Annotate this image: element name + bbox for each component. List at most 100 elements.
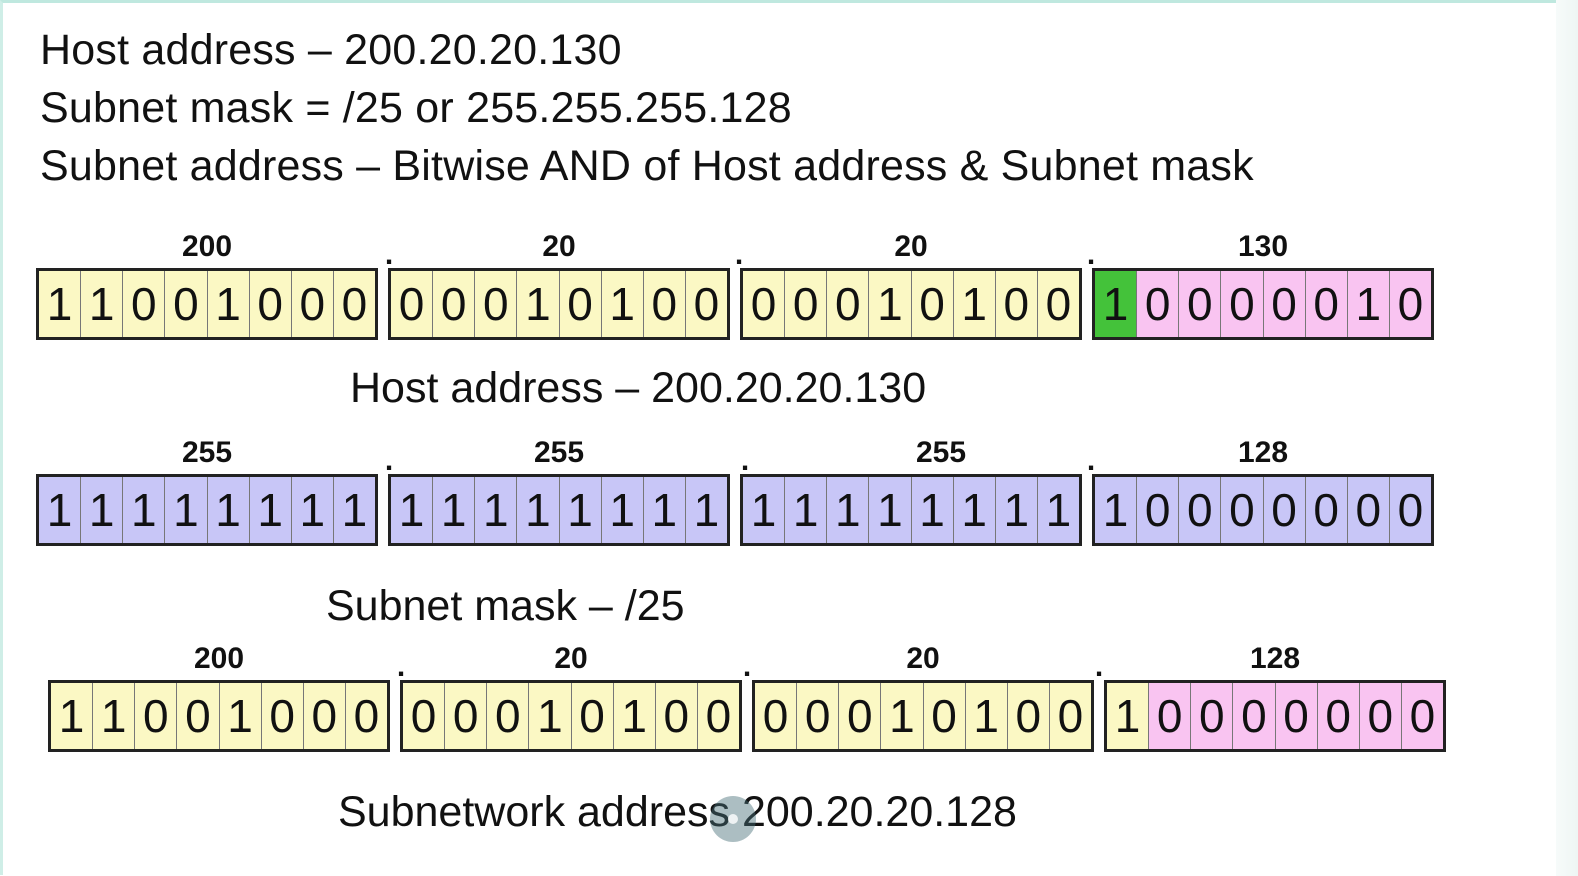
bit-cell: 0 [403,683,446,749]
bit-cell: 0 [643,271,686,337]
octet-box: 11001000 [36,268,378,340]
heading-host-address: Host address – 200.20.20.130 [40,26,622,74]
octet-label: 200 [181,230,233,263]
octet-label: 255 [181,436,233,469]
bit-cell: 1 [911,477,954,543]
octet-label: 20 [906,642,940,675]
subnet-mask-caption: Subnet mask – /25 [326,582,685,630]
bit-cell: 0 [291,271,334,337]
bit-cell: 0 [1263,477,1306,543]
bit-cell: 0 [249,271,292,337]
bit-cell: 1 [953,477,996,543]
bit-cell: 0 [743,271,786,337]
octet-box: 00010100 [752,680,1094,752]
bit-cell: 0 [839,683,882,749]
bit-cell: 1 [291,477,334,543]
bit-cell: 1 [93,683,136,749]
octet-box: 11111111 [740,474,1082,546]
bit-cell: 0 [571,683,614,749]
bit-cell: 1 [249,477,292,543]
octet-box: 11111111 [388,474,730,546]
bit-cell: 1 [1347,271,1390,337]
bit-cell: 0 [1389,271,1431,337]
bit-cell: 0 [177,683,220,749]
bit-cell: 0 [655,683,698,749]
bit-cell: 0 [559,271,602,337]
octet-box: 00010100 [740,268,1082,340]
bit-cell: 0 [1305,477,1348,543]
bit-cell: 0 [1221,477,1264,543]
bit-cell: 0 [1037,271,1079,337]
octet-label: 255 [915,436,967,469]
bit-cell: 1 [953,271,996,337]
bit-cell: 1 [433,477,476,543]
bit-cell: 0 [1305,271,1348,337]
mouse-cursor-highlight [710,796,756,842]
bit-cell: 0 [1049,683,1091,749]
bit-cell: 0 [697,683,739,749]
octet-box: 10000000 [1092,474,1434,546]
bit-cell: 0 [391,271,434,337]
octet-box: 10000000 [1104,680,1446,752]
bit-cell: 1 [613,683,656,749]
octet-label: 128 [1237,436,1289,469]
bit-cell: 0 [475,271,518,337]
subnetwork-address-caption: Subnetwork address 200.20.20.128 [338,788,1017,836]
octet-separator: . [1094,650,1104,683]
octet-box: 11111111 [36,474,378,546]
octet-label: 20 [542,230,576,263]
bit-cell: 0 [445,683,488,749]
bit-cell: 0 [345,683,387,749]
octet-label: 255 [533,436,585,469]
bit-cell: 0 [165,271,208,337]
bit-cell: 0 [261,683,304,749]
bit-cell: 0 [1191,683,1234,749]
bit-cell: 1 [529,683,572,749]
bit-cell: 1 [391,477,434,543]
octet-box: 00010100 [400,680,742,752]
bit-cell: 1 [333,477,375,543]
bit-cell: 1 [743,477,786,543]
bit-cell: 0 [123,271,166,337]
bit-cell: 0 [333,271,375,337]
bit-cell: 1 [39,477,82,543]
bit-cell: 1 [517,477,560,543]
bit-cell: 0 [1137,477,1180,543]
bit-cell: 0 [1233,683,1276,749]
bit-cell: 1 [475,477,518,543]
bit-cell: 0 [1263,271,1306,337]
bit-cell: 1 [559,477,602,543]
bit-cell: 0 [487,683,530,749]
bit-cell: 1 [601,477,644,543]
window-edge [1556,0,1578,876]
bit-cell: 1 [881,683,924,749]
bit-cell: 0 [923,683,966,749]
octet-box: 00010100 [388,268,730,340]
bit-cell: 1 [601,271,644,337]
bit-cell: 1 [39,271,82,337]
bit-cell: 1 [643,477,686,543]
bit-cell: 1 [869,477,912,543]
bit-cell: 1 [219,683,262,749]
octet-box: 11001000 [48,680,390,752]
bit-cell: 1 [785,477,828,543]
bit-cell: 1 [81,271,124,337]
bit-cell: 0 [685,271,727,337]
heading-subnet-address: Subnet address – Bitwise AND of Host add… [40,142,1254,190]
bit-cell: 0 [1389,477,1431,543]
bit-cell: 0 [1221,271,1264,337]
bit-cell: 1 [165,477,208,543]
heading-subnet-mask: Subnet mask = /25 or 255.255.255.128 [40,84,792,132]
bit-cell: 1 [965,683,1008,749]
bit-cell: 0 [755,683,798,749]
bit-cell: 0 [797,683,840,749]
bit-cell: 0 [1401,683,1443,749]
bit-cell: 0 [1137,271,1180,337]
bit-cell: 1 [207,271,250,337]
bit-cell: 0 [1275,683,1318,749]
bit-cell: 0 [1317,683,1360,749]
bit-cell: 1 [995,477,1038,543]
bit-cell: 0 [1007,683,1050,749]
bit-cell: 1 [51,683,94,749]
bit-cell: 0 [995,271,1038,337]
